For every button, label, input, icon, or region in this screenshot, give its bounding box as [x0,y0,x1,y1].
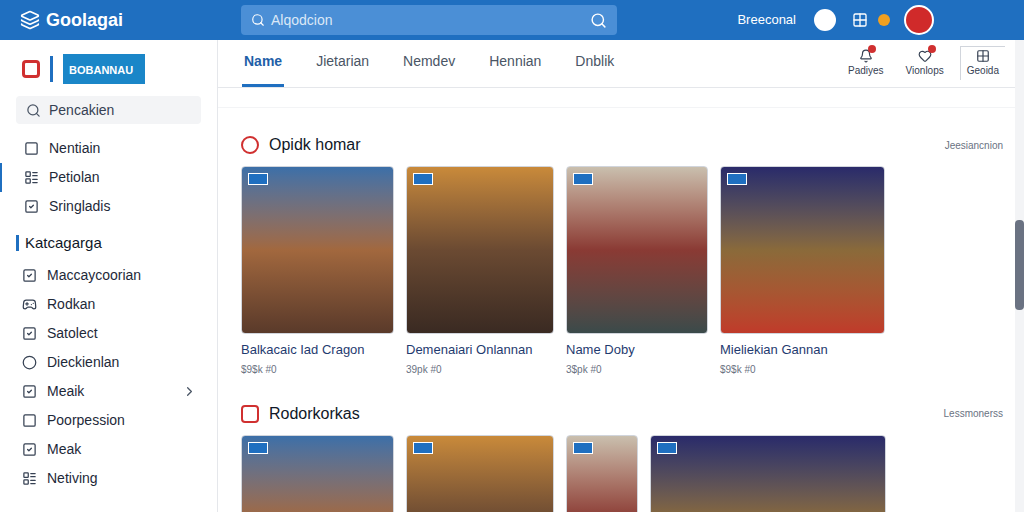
game-cover [720,166,885,334]
app: GoolagaiAlqodcion Breeconal BOBANNAU Pencak… [0,0,1024,512]
sidebar-item[interactable]: Petiolan [0,163,217,192]
sidebar-item[interactable]: Nentiain [0,134,217,163]
category-item[interactable]: Poorpession [0,406,217,435]
search-icon[interactable] [590,12,607,29]
game-cover [241,166,394,334]
game-cover [241,435,394,512]
search-icon [251,13,265,27]
tab[interactable]: Dnblik [573,40,616,87]
search-icon [26,103,41,118]
item-icon [24,170,39,185]
sidebar-section: Katcagarga [0,225,217,261]
main: Name Jietarian Nemdev Hennian Dnblik Padiyes V… [218,40,1024,512]
category-icon [22,413,37,428]
action-button[interactable]: Padiyes [842,47,890,80]
category-item[interactable]: Satolect [0,319,217,348]
game-cover [566,435,638,512]
see-all-link[interactable]: Jeesiancnion [945,138,1003,153]
action-button[interactable]: Vionlops [900,47,950,80]
category-item[interactable]: Dieckienlan [0,348,217,377]
category-icon [22,384,37,399]
game-cover [650,435,886,512]
category-icon [22,297,37,312]
badge [928,45,936,53]
category-icon [22,355,37,370]
chevron-icon [182,384,197,399]
game-cover [406,166,554,334]
category-item[interactable]: Rodkan [0,290,217,319]
category-item[interactable]: Maccaycoorian [0,261,217,290]
tag-icon [241,405,259,423]
tab[interactable]: Hennian [487,40,543,87]
avatar-icon[interactable] [904,5,934,35]
game-card[interactable] [566,435,638,512]
game-card[interactable] [406,435,554,512]
game-card[interactable] [650,435,886,512]
see-all-link[interactable]: Lessmonerss [944,406,1003,421]
category-item[interactable]: Meak [0,435,217,464]
game-card[interactable]: Name Doby3$pk #0 [566,166,708,377]
clock-icon [241,136,259,154]
badge [868,45,876,53]
category-icon [22,442,37,457]
logo[interactable]: Goolagai [20,7,241,34]
apps-icon[interactable] [852,12,868,28]
top-bar: GoolagaiAlqodcion Breeconal [0,0,1024,40]
category-item[interactable]: Meaik [0,377,217,406]
game-card[interactable]: Demenaiari Onlannan39pk #0 [406,166,554,377]
item-icon [24,141,39,156]
brand[interactable]: BOBANNAU [0,54,217,84]
game-card[interactable]: Balkacaic Iad Cragon$9$k #0 [241,166,394,377]
search-field[interactable]: Alqodcion [241,5,617,35]
sidebar-item[interactable]: Sringladis [0,192,217,221]
item-icon [24,199,39,214]
category-item[interactable]: Netiving [0,464,217,493]
logo-icon [20,10,40,30]
game-cover [406,435,554,512]
scrollbar[interactable] [1015,40,1024,512]
tab-bar: Name Jietarian Nemdev Hennian Dnblik Padiyes V… [218,40,1015,88]
tab[interactable]: Nemdev [401,40,457,87]
category-icon [22,326,37,341]
game-card[interactable] [241,435,394,512]
game-card[interactable]: Mieliekian Gannan$9$k #0 [720,166,885,377]
tab[interactable]: Name [242,40,284,87]
sidebar-search[interactable]: Pencakien [16,96,201,124]
category-icon [22,268,37,283]
action-button[interactable]: Geoida [960,46,1005,80]
game-section: RodorkorkasLessmonerss [241,403,1003,512]
sidebar: BOBANNAU Pencakien NentiainPetiolanSringla… [0,40,218,512]
game-section: Opidk homarJeesiancnionBalkacaic Iad Cra… [241,134,1003,377]
notification-icon[interactable] [878,14,890,26]
profile-icon[interactable] [814,9,836,31]
action-icon [976,49,990,63]
user-name[interactable]: Breeconal [737,10,796,30]
brand-icon [22,60,40,78]
tab[interactable]: Jietarian [314,40,371,87]
game-cover [566,166,708,334]
category-icon [22,471,37,486]
